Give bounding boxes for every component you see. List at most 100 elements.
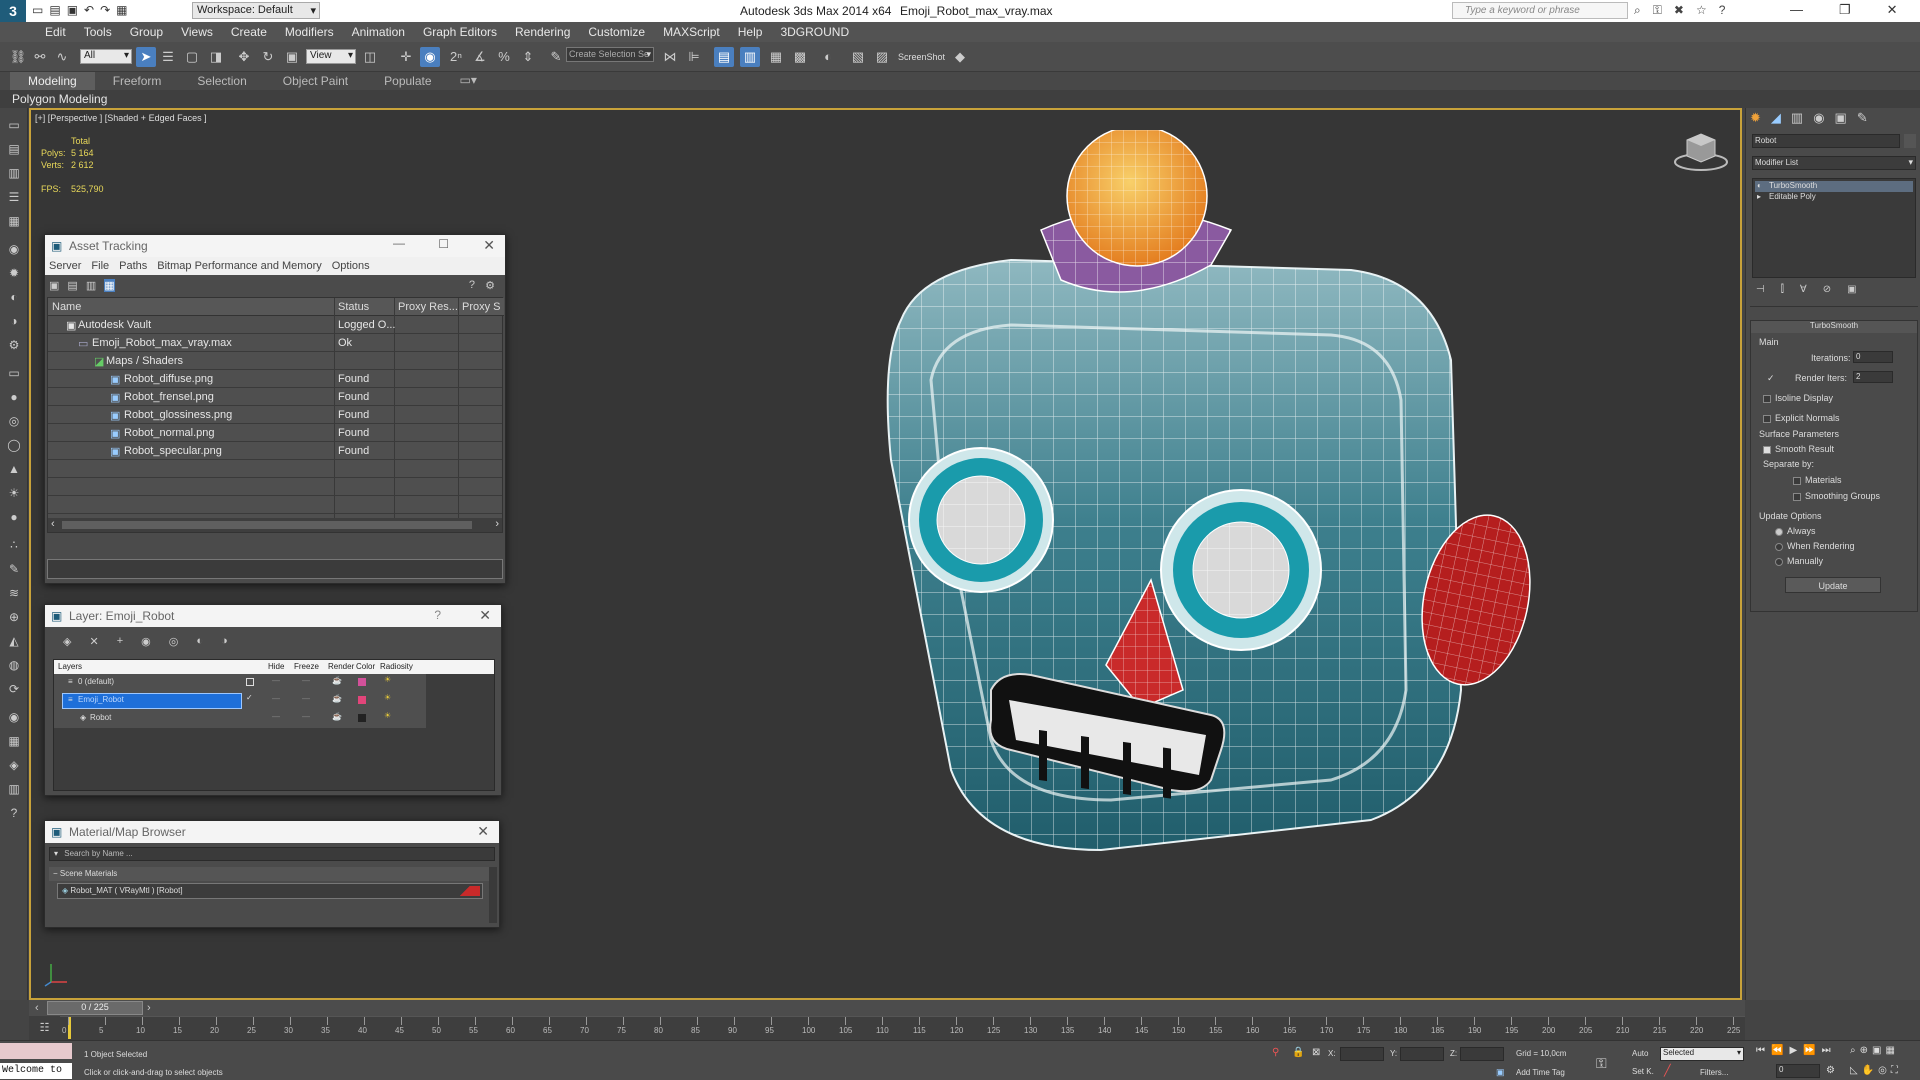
isoline-display-option[interactable]: Isoline Display <box>1763 393 1833 403</box>
create-tab-icon[interactable]: ✹ <box>1750 110 1761 126</box>
refresh-icon[interactable]: ⟳ <box>5 680 23 698</box>
explicit-normals-checkbox[interactable] <box>1763 414 1771 423</box>
scene-icon[interactable]: ▥ <box>5 164 23 182</box>
pan-icon[interactable]: ✋ <box>1862 1065 1874 1076</box>
previous-frame-icon[interactable]: ⏪ <box>1771 1045 1783 1056</box>
material-search-input[interactable]: Search by Name ... <box>64 849 132 858</box>
layer-row-emoji-robot[interactable]: ≡ Emoji_Robot ✓ — — ☕ ☀ <box>54 692 426 710</box>
always-radio[interactable] <box>1775 527 1783 536</box>
maximize-viewport-icon[interactable]: ⛶ <box>1891 1065 1898 1076</box>
help-icon[interactable]: ? <box>1719 3 1726 18</box>
col-proxy-res[interactable]: Proxy Res... <box>398 301 458 313</box>
unlink-icon[interactable]: ⚯ <box>30 47 50 67</box>
show-end-result-icon[interactable]: ⫿ <box>1781 284 1784 295</box>
stack-item-turbosmooth[interactable]: ◐ TurboSmooth <box>1755 181 1913 192</box>
y-coordinate-field[interactable] <box>1400 1047 1444 1061</box>
expand-icon[interactable]: ▸ <box>1757 192 1761 201</box>
table-row[interactable]: ▣ Robot_frensel.png Found <box>48 388 502 406</box>
grid-icon[interactable]: ▥ <box>5 780 23 798</box>
paint-bucket-icon[interactable]: ◍ <box>5 656 23 674</box>
menu-paths[interactable]: Paths <box>119 260 147 272</box>
table-row[interactable]: ▣ Robot_normal.png Found <box>48 424 502 442</box>
close-icon[interactable]: ✕ <box>483 237 495 254</box>
pivot-center-icon[interactable]: ◫ <box>360 47 380 67</box>
viewcube-icon[interactable] <box>1671 130 1731 174</box>
omni-light-icon[interactable]: ● <box>5 508 23 526</box>
select-object-icon[interactable]: ➤ <box>136 47 156 67</box>
auto-key-button[interactable]: Auto <box>1632 1049 1648 1058</box>
rendered-frame-window-icon[interactable]: ▨ <box>872 47 892 67</box>
freeze-toggle[interactable]: — <box>302 712 310 721</box>
layer-color-swatch[interactable] <box>358 678 366 686</box>
set-key-icon[interactable]: ⚿ <box>1596 1055 1607 1072</box>
col-hide[interactable]: Hide <box>268 662 284 671</box>
render-teapot-icon[interactable]: ☕ <box>332 712 342 721</box>
key-mode-dropdown[interactable]: Selected ▾ <box>1660 1047 1744 1061</box>
render-setup-icon[interactable]: ▧ <box>848 47 868 67</box>
render-teapot-icon[interactable]: ☕ <box>332 676 342 685</box>
reference-coordinate-dropdown[interactable]: View ▾ <box>306 49 356 64</box>
table-row[interactable]: ◪ Maps / Shaders <box>48 352 502 370</box>
turbosmooth-rollout-header[interactable]: TurboSmooth <box>1751 321 1917 333</box>
close-icon[interactable]: ✕ <box>1887 2 1898 18</box>
maximize-icon[interactable]: ☐ <box>438 237 449 251</box>
menu-server[interactable]: Server <box>49 260 81 272</box>
gravity-icon[interactable]: ⊕ <box>5 608 23 626</box>
search-input[interactable]: Type a keyword or phrase <box>1465 5 1580 16</box>
vertical-scrollbar[interactable] <box>489 867 497 923</box>
tab-populate[interactable]: Populate <box>366 72 449 90</box>
add-to-layer-icon[interactable]: ◈ <box>63 635 71 648</box>
select-manipulate-icon[interactable]: ✛ <box>396 47 416 67</box>
update-button[interactable]: Update <box>1785 577 1881 593</box>
robot-antenna-ball[interactable] <box>1066 130 1208 267</box>
close-icon[interactable]: ✕ <box>479 607 491 624</box>
select-by-name-icon[interactable]: ☰ <box>158 47 178 67</box>
col-layers[interactable]: Layers <box>58 662 82 671</box>
menu-maxscript[interactable]: MAXScript <box>654 25 729 39</box>
minimize-icon[interactable]: — <box>1790 2 1803 18</box>
materials-option[interactable]: Materials <box>1793 475 1842 485</box>
smooth-result-checkbox[interactable] <box>1763 445 1771 454</box>
minimize-icon[interactable]: — <box>393 236 405 250</box>
keyboard-shortcut-override-icon[interactable]: ◉ <box>420 47 440 67</box>
isoline-checkbox[interactable] <box>1763 394 1771 403</box>
menu-options[interactable]: Options <box>332 260 370 272</box>
hide-toggle[interactable]: — <box>272 676 280 685</box>
time-slider[interactable]: ‹ 0 / 225 › <box>29 1000 1745 1016</box>
smoothing-groups-checkbox[interactable] <box>1793 492 1801 501</box>
hierarchy-icon[interactable]: ▦ <box>5 212 23 230</box>
menu-file[interactable]: File <box>91 260 109 272</box>
wind-icon[interactable]: ≋ <box>5 584 23 602</box>
menu-animation[interactable]: Animation <box>343 25 414 39</box>
col-proxy-s[interactable]: Proxy S <box>462 301 501 313</box>
grid-view-icon[interactable]: ▦ <box>104 279 115 292</box>
render-iters-field[interactable]: 2 <box>1853 371 1893 383</box>
selection-filter-dropdown[interactable]: All ▾ <box>80 49 132 64</box>
menu-views[interactable]: Views <box>172 25 222 39</box>
robot-left-eye[interactable] <box>908 447 1054 593</box>
chevron-left-icon[interactable]: ‹ <box>51 518 55 530</box>
go-to-end-icon[interactable]: ⏭ <box>1822 1045 1831 1056</box>
zoom-extents-all-icon[interactable]: ▦ <box>1885 1045 1894 1056</box>
always-option[interactable]: Always <box>1775 526 1816 536</box>
active-layer-check-icon[interactable]: ✓ <box>246 693 253 702</box>
asset-path-field[interactable] <box>47 559 503 579</box>
viewport-label[interactable]: [+] [Perspective ] [Shaded + Edged Faces… <box>35 113 207 123</box>
horizontal-scrollbar[interactable]: ‹ › <box>48 518 502 532</box>
key-filter-icon[interactable]: ╱ <box>1664 1064 1671 1077</box>
col-color[interactable]: Color <box>356 662 375 671</box>
move-icon[interactable]: ✥ <box>234 47 254 67</box>
materials-checkbox[interactable] <box>1793 476 1801 485</box>
orbit-icon[interactable]: ◎ <box>1878 1065 1887 1076</box>
radiosity-icon[interactable]: ☀ <box>384 675 391 684</box>
motion-tab-icon[interactable]: ◉ <box>1813 110 1824 126</box>
modifier-list-dropdown[interactable]: Modifier List ▾ <box>1752 156 1916 170</box>
remove-modifier-icon[interactable]: ⊘ <box>1823 284 1831 295</box>
iterations-field[interactable]: 0 <box>1853 351 1893 363</box>
x-coordinate-field[interactable] <box>1340 1047 1384 1061</box>
freeze-toggle[interactable]: — <box>302 676 310 685</box>
smoothing-groups-option[interactable]: Smoothing Groups <box>1793 491 1880 501</box>
menu-customize[interactable]: Customize <box>579 25 654 39</box>
maxscript-input[interactable]: Welcome to <box>0 1063 72 1079</box>
close-icon[interactable]: ✕ <box>477 823 489 840</box>
